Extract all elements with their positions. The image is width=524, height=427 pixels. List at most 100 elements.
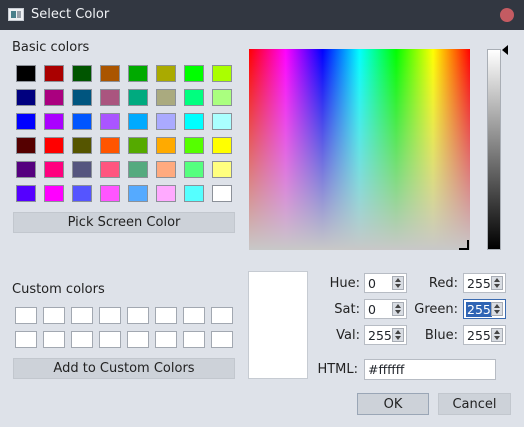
spin-arrows-icon[interactable] [392, 302, 404, 316]
basic-color-swatch[interactable] [156, 113, 176, 130]
basic-color-swatch[interactable] [184, 161, 204, 178]
sat-label: Sat: [334, 302, 360, 317]
basic-color-swatch[interactable] [16, 89, 36, 106]
blue-label: Blue: [424, 328, 458, 343]
basic-color-swatch[interactable] [128, 185, 148, 202]
color-preview [248, 271, 308, 379]
cancel-button[interactable]: Cancel [438, 393, 511, 415]
custom-color-swatch[interactable] [71, 331, 93, 348]
basic-color-swatch[interactable] [44, 161, 64, 178]
custom-color-swatch[interactable] [211, 331, 233, 348]
basic-color-swatch[interactable] [184, 113, 204, 130]
basic-color-swatch[interactable] [16, 137, 36, 154]
basic-color-swatch[interactable] [100, 185, 120, 202]
basic-color-swatch[interactable] [212, 65, 232, 82]
html-color-input[interactable]: #ffffff [364, 359, 496, 380]
basic-color-swatch[interactable] [16, 185, 36, 202]
spin-arrows-icon[interactable] [491, 302, 503, 316]
blue-spinbox[interactable]: 255 [463, 325, 506, 345]
custom-color-swatch[interactable] [183, 307, 205, 324]
spin-arrows-icon[interactable] [491, 276, 503, 290]
custom-color-swatch[interactable] [71, 307, 93, 324]
basic-color-swatch[interactable] [100, 161, 120, 178]
basic-color-swatch[interactable] [212, 185, 232, 202]
basic-color-swatch[interactable] [72, 185, 92, 202]
red-value: 255 [467, 276, 491, 291]
hue-spinbox[interactable]: 0 [364, 273, 407, 293]
custom-colors-label: Custom colors [12, 282, 105, 297]
custom-color-swatch[interactable] [99, 331, 121, 348]
spin-arrows-icon[interactable] [392, 276, 404, 290]
custom-color-swatch[interactable] [183, 331, 205, 348]
green-value: 255 [466, 302, 492, 317]
basic-color-swatch[interactable] [72, 65, 92, 82]
basic-color-swatch[interactable] [212, 113, 232, 130]
custom-color-swatch[interactable] [155, 307, 177, 324]
basic-color-swatch[interactable] [72, 89, 92, 106]
hue-saturation-picker[interactable] [249, 49, 470, 250]
window-title: Select Color [31, 7, 110, 22]
basic-color-swatch[interactable] [100, 113, 120, 130]
green-label: Green: [414, 302, 458, 317]
basic-color-swatch[interactable] [212, 137, 232, 154]
red-spinbox[interactable]: 255 [463, 273, 506, 293]
basic-color-swatch[interactable] [128, 137, 148, 154]
custom-color-swatch[interactable] [127, 307, 149, 324]
red-label: Red: [428, 276, 458, 291]
spin-arrows-icon[interactable] [491, 328, 503, 342]
pick-screen-color-button[interactable]: Pick Screen Color [13, 212, 235, 233]
basic-color-swatch[interactable] [16, 65, 36, 82]
basic-color-swatch[interactable] [184, 185, 204, 202]
close-button[interactable] [500, 8, 514, 22]
basic-color-swatch[interactable] [44, 65, 64, 82]
luminance-arrow-icon[interactable] [502, 45, 508, 55]
basic-color-swatch[interactable] [44, 89, 64, 106]
basic-color-swatch[interactable] [100, 65, 120, 82]
basic-color-swatch[interactable] [100, 89, 120, 106]
basic-color-swatch[interactable] [16, 161, 36, 178]
basic-color-swatch[interactable] [44, 113, 64, 130]
basic-color-swatch[interactable] [44, 185, 64, 202]
app-icon [8, 8, 24, 21]
basic-color-swatch[interactable] [184, 65, 204, 82]
basic-color-swatch[interactable] [100, 137, 120, 154]
custom-color-swatch[interactable] [43, 307, 65, 324]
basic-color-swatch[interactable] [212, 89, 232, 106]
basic-color-swatch[interactable] [72, 113, 92, 130]
custom-color-swatch[interactable] [127, 331, 149, 348]
custom-color-swatch[interactable] [15, 307, 37, 324]
basic-color-swatch[interactable] [128, 89, 148, 106]
sat-spinbox[interactable]: 0 [364, 299, 407, 319]
crosshair-marker [459, 240, 469, 250]
green-spinbox[interactable]: 255 [463, 299, 506, 319]
basic-color-swatch[interactable] [156, 185, 176, 202]
basic-color-swatch[interactable] [44, 137, 64, 154]
basic-color-swatch[interactable] [156, 65, 176, 82]
custom-color-swatch[interactable] [43, 331, 65, 348]
basic-color-swatch[interactable] [212, 161, 232, 178]
basic-color-swatch[interactable] [72, 137, 92, 154]
basic-color-swatch[interactable] [128, 113, 148, 130]
basic-color-swatch[interactable] [156, 161, 176, 178]
add-to-custom-colors-button[interactable]: Add to Custom Colors [13, 358, 235, 379]
custom-color-swatch[interactable] [211, 307, 233, 324]
val-spinbox[interactable]: 255 [364, 325, 407, 345]
val-label: Val: [336, 328, 360, 343]
custom-color-swatch[interactable] [99, 307, 121, 324]
basic-color-swatch[interactable] [156, 89, 176, 106]
basic-color-swatch[interactable] [72, 161, 92, 178]
custom-color-swatch[interactable] [155, 331, 177, 348]
basic-color-swatch[interactable] [184, 137, 204, 154]
basic-color-swatch[interactable] [184, 89, 204, 106]
basic-color-swatch[interactable] [156, 137, 176, 154]
custom-color-swatch[interactable] [15, 331, 37, 348]
basic-color-swatch[interactable] [128, 161, 148, 178]
ok-button[interactable]: OK [357, 393, 429, 415]
title-bar: Select Color [0, 0, 524, 30]
spin-arrows-icon[interactable] [392, 328, 404, 342]
blue-value: 255 [467, 328, 491, 343]
basic-color-swatch[interactable] [16, 113, 36, 130]
basic-color-swatch[interactable] [128, 65, 148, 82]
luminance-slider[interactable] [487, 49, 501, 250]
hue-label: Hue: [329, 276, 360, 291]
